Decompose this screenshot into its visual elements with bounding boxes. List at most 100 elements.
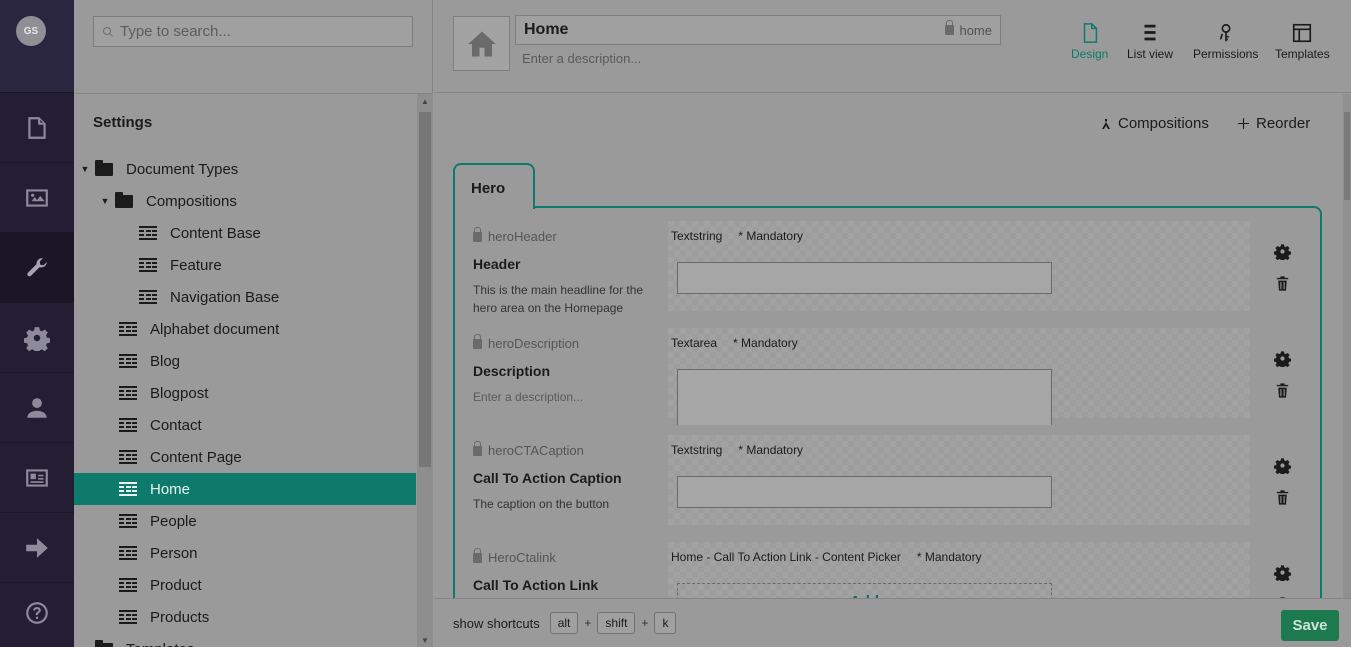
app-templates[interactable]: Templates: [1275, 22, 1330, 61]
tab-hero[interactable]: Hero: [453, 163, 535, 209]
tree-item[interactable]: ▼ Compositions: [74, 185, 416, 217]
tree-item[interactable]: Contact: [74, 409, 416, 441]
tree-item[interactable]: Alphabet document: [74, 313, 416, 345]
compositions-button[interactable]: Compositions: [1100, 115, 1209, 132]
caret-down-icon[interactable]: ▼: [80, 164, 90, 174]
tree-item[interactable]: Feature: [74, 249, 416, 281]
tree-item[interactable]: Templates: [74, 633, 416, 647]
icon-bar: [119, 514, 137, 516]
image-icon: [26, 188, 48, 207]
alias-field[interactable]: home: [945, 20, 992, 38]
nav-help[interactable]: [0, 578, 74, 647]
nav-packages[interactable]: [0, 303, 74, 373]
mandatory-flag: * Mandatory: [916, 550, 982, 564]
icon-bar: [152, 230, 157, 232]
save-button[interactable]: Save: [1281, 610, 1339, 641]
nav-media[interactable]: [0, 163, 74, 233]
gear-icon: [24, 326, 50, 351]
icon-bar: [152, 234, 157, 236]
alias-text: HeroCtalink: [488, 550, 556, 565]
nav-settings[interactable]: [0, 233, 74, 303]
tree-item[interactable]: Person: [74, 537, 416, 569]
property-label[interactable]: Call To Action Link: [473, 577, 598, 593]
property-description[interactable]: This is the main headline for the hero a…: [473, 281, 653, 317]
trash-icon[interactable]: [1274, 275, 1291, 292]
doctype-icon: [118, 482, 138, 496]
scroll-thumb[interactable]: [419, 112, 431, 467]
tree-search[interactable]: [93, 16, 413, 47]
doctype-icon: [118, 578, 138, 592]
reorder-button[interactable]: Reorder: [1237, 115, 1310, 132]
tree-item-label: Contact: [150, 416, 202, 434]
doctype-shape: [119, 386, 137, 400]
gear-icon[interactable]: [1274, 564, 1291, 581]
tree-scrollbar[interactable]: ▲ ▼: [417, 94, 433, 647]
icon-bar: [132, 614, 137, 616]
id-card-icon: [26, 468, 48, 487]
doctype-shape: [139, 226, 157, 240]
tree-item[interactable]: Blog: [74, 345, 416, 377]
property-label[interactable]: Call To Action Caption: [473, 470, 622, 486]
app-design[interactable]: Design: [1071, 22, 1108, 61]
reorder-label: Reorder: [1256, 115, 1311, 132]
icon-bar: [145, 266, 151, 268]
doctype-icon: [118, 450, 138, 464]
icon-bar: [139, 230, 144, 232]
tree-item[interactable]: Products: [74, 601, 416, 633]
icon-picker[interactable]: [453, 16, 510, 71]
avatar[interactable]: GS: [16, 16, 46, 46]
property-alias[interactable]: heroHeader: [473, 226, 557, 244]
name-field[interactable]: Home home: [515, 15, 1001, 45]
shortcuts-label[interactable]: show shortcuts: [453, 616, 540, 631]
scroll-down-arrow[interactable]: ▼: [421, 636, 429, 645]
tree-item[interactable]: People: [74, 505, 416, 537]
icon-bar: [119, 482, 137, 484]
tree-item[interactable]: ▼ Document Types: [74, 153, 416, 185]
tree-item[interactable]: Blogpost: [74, 377, 416, 409]
scroll-up-arrow[interactable]: ▲: [421, 97, 429, 106]
nav-users[interactable]: [0, 373, 74, 443]
property-label[interactable]: Header: [473, 256, 520, 272]
property-meta: Textstring * Mandatory: [671, 229, 803, 243]
editor-scrollbar[interactable]: [1343, 94, 1351, 598]
description-field[interactable]: Enter a description...: [522, 51, 641, 66]
caret-down-icon[interactable]: ▼: [100, 196, 110, 206]
property-label[interactable]: Description: [473, 363, 550, 379]
tree-item[interactable]: Home: [74, 473, 416, 505]
icon-bar: [152, 262, 157, 264]
doctype-shape: [119, 482, 137, 496]
editor-footer: show shortcuts alt + shift + k Save: [434, 598, 1351, 647]
trash-icon[interactable]: [1274, 382, 1291, 399]
tree-item[interactable]: Content Page: [74, 441, 416, 473]
doctype-shape: [119, 610, 137, 624]
tree-item-label: Person: [150, 544, 198, 562]
add-content-button[interactable]: Add: [677, 583, 1052, 598]
nav-forms[interactable]: [0, 513, 74, 583]
mandatory-flag: * Mandatory: [738, 443, 804, 457]
property-alias[interactable]: heroDescription: [473, 333, 579, 351]
property-description[interactable]: Enter a description...: [473, 388, 653, 406]
tree-item[interactable]: Content Base: [74, 217, 416, 249]
tree-item-label: Feature: [170, 256, 222, 274]
app-list-view[interactable]: List view: [1127, 22, 1173, 61]
property-description[interactable]: The caption on the button: [473, 495, 653, 513]
trash-icon[interactable]: [1274, 489, 1291, 506]
lock-icon: [473, 440, 482, 456]
nav-members[interactable]: [0, 443, 74, 513]
app-permissions[interactable]: Permissions: [1193, 22, 1258, 61]
gear-icon[interactable]: [1274, 457, 1291, 474]
nav-content[interactable]: [0, 93, 74, 163]
property-alias[interactable]: HeroCtalink: [473, 547, 556, 565]
icon-bar: [119, 334, 137, 336]
tree-item-label: Document Types: [126, 160, 239, 178]
search-input[interactable]: [120, 23, 400, 40]
icon-bar: [119, 458, 124, 460]
icon-bar: [119, 522, 124, 524]
gear-icon[interactable]: [1274, 350, 1291, 367]
scroll-thumb[interactable]: [1344, 112, 1350, 200]
tree-item[interactable]: Product: [74, 569, 416, 601]
gear-icon[interactable]: [1274, 243, 1291, 260]
tree-item[interactable]: Navigation Base: [74, 281, 416, 313]
icon-bar: [132, 326, 137, 328]
property-alias[interactable]: heroCTACaption: [473, 440, 584, 458]
